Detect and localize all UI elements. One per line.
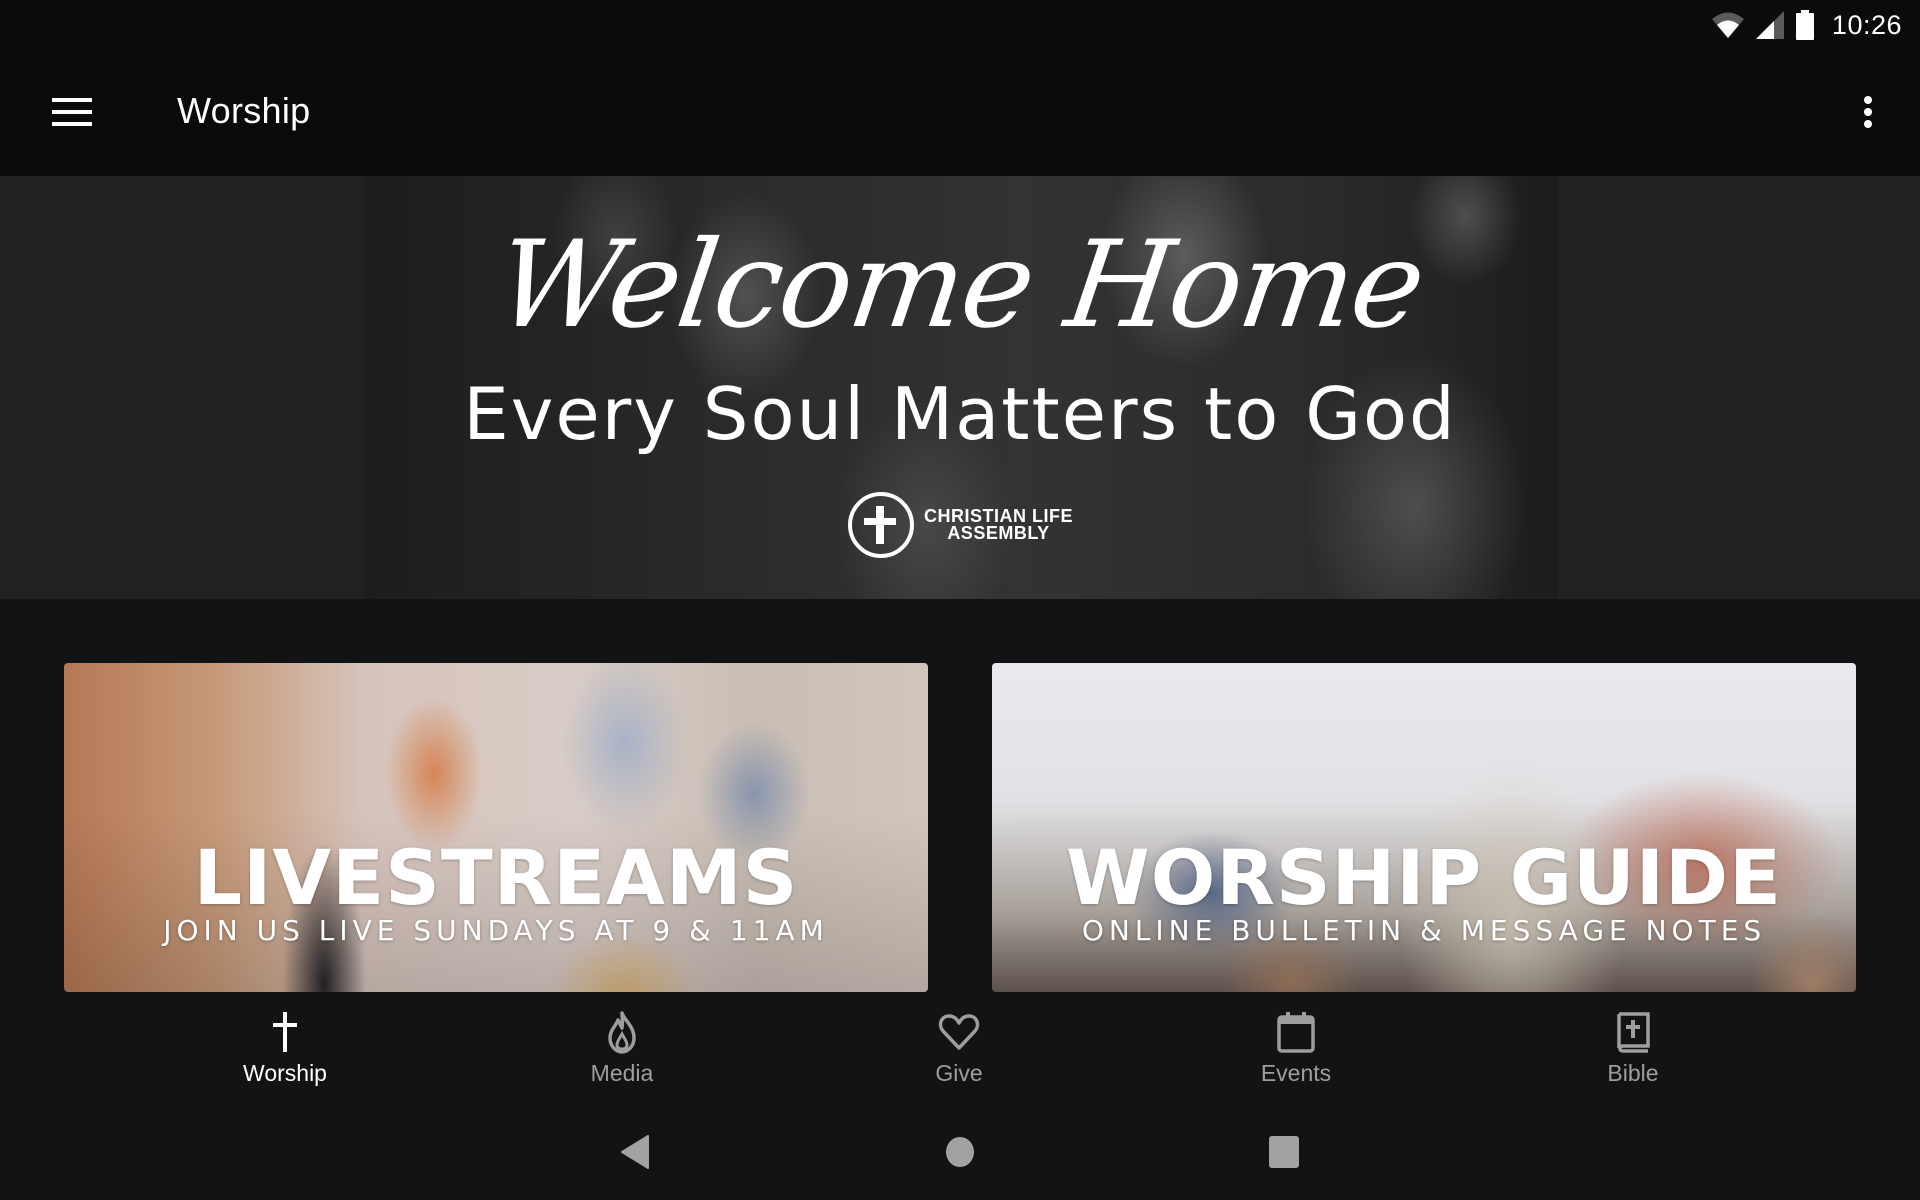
nav-label: Give (935, 1060, 983, 1086)
cell-signal-icon (1755, 11, 1784, 39)
hamburger-menu-icon[interactable] (52, 98, 92, 128)
bible-icon (1617, 1012, 1650, 1053)
card-subtitle: JOIN US LIVE SUNDAYS AT 9 & 11AM (163, 914, 829, 947)
nav-item-give[interactable]: Give (859, 992, 1059, 1102)
heart-icon (938, 1014, 980, 1050)
status-bar: 10:26 (0, 0, 1920, 50)
nav-label: Bible (1607, 1060, 1659, 1086)
wifi-icon (1711, 12, 1744, 38)
hero-banner[interactable]: Welcome Home Every Soul Matters to God C… (0, 176, 1920, 599)
nav-item-events[interactable]: Events (1196, 992, 1396, 1102)
card-title: LIVESTREAMS (193, 833, 799, 922)
home-icon[interactable] (944, 1134, 976, 1170)
livestreams-card[interactable]: LIVESTREAMS JOIN US LIVE SUNDAYS AT 9 & … (64, 663, 928, 992)
logo-line-2: ASSEMBLY (947, 523, 1050, 543)
nav-item-bible[interactable]: Bible (1533, 992, 1733, 1102)
recents-icon[interactable] (1269, 1134, 1299, 1170)
status-icons: 10:26 (1711, 8, 1902, 42)
hero-tagline: Every Soul Matters to God (463, 372, 1457, 456)
cross-icon (273, 1012, 297, 1052)
card-title: WORSHIP GUIDE (1065, 833, 1783, 922)
church-logo: CHRISTIAN LIFE ASSEMBLY (848, 492, 1073, 558)
nav-label: Media (590, 1060, 654, 1086)
more-vert-icon[interactable] (1856, 92, 1880, 132)
nav-item-worship[interactable]: Worship (185, 992, 385, 1102)
card-subtitle: ONLINE BULLETIN & MESSAGE NOTES (1081, 914, 1767, 947)
bottom-navigation: Worship Media Give Events Bible (0, 992, 1920, 1102)
calendar-icon (1277, 1012, 1315, 1053)
nav-label: Events (1260, 1060, 1332, 1086)
app-bar: Worship (0, 50, 1920, 176)
page-title: Worship (177, 90, 311, 131)
hero-script-title: Welcome Home (488, 216, 1432, 355)
nav-label: Worship (243, 1060, 327, 1086)
battery-icon (1795, 10, 1814, 40)
nav-item-media[interactable]: Media (522, 992, 722, 1102)
church-logo-icon (848, 492, 914, 558)
flame-icon (608, 1011, 636, 1054)
worship-guide-card[interactable]: WORSHIP GUIDE ONLINE BULLETIN & MESSAGE … (992, 663, 1856, 992)
back-icon[interactable] (618, 1134, 652, 1170)
system-navigation-bar (0, 1102, 1920, 1200)
clock: 10:26 (1831, 9, 1902, 40)
church-logo-text: CHRISTIAN LIFE ASSEMBLY (924, 507, 1073, 543)
